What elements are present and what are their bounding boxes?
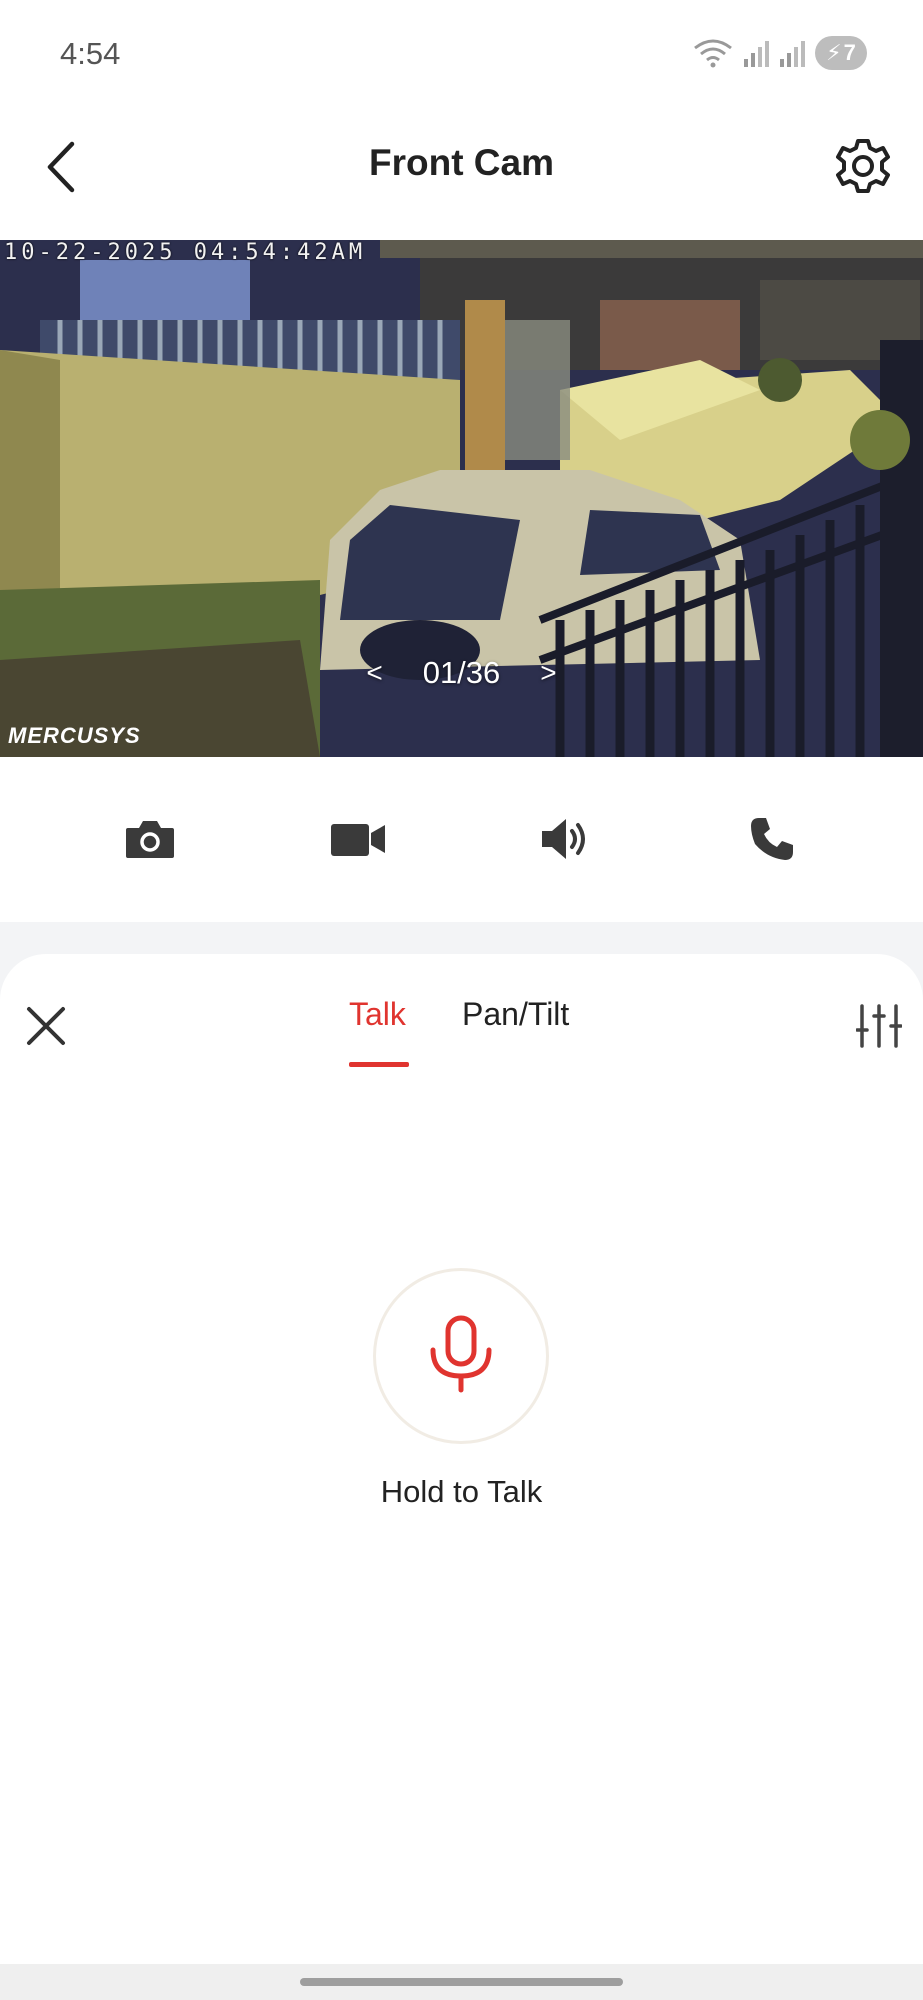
status-icons: ⚡ 7 bbox=[693, 36, 867, 70]
speaker-button[interactable] bbox=[525, 809, 605, 873]
microphone-icon bbox=[425, 1314, 497, 1399]
brand-watermark: MERCUSYS bbox=[8, 723, 141, 748]
speaker-icon bbox=[538, 815, 592, 868]
status-bar: 4:54 ⚡ 7 bbox=[0, 0, 923, 110]
wifi-icon bbox=[693, 38, 733, 68]
gear-icon bbox=[834, 137, 892, 200]
camera-icon bbox=[124, 818, 176, 865]
signal-icon-2 bbox=[779, 39, 805, 67]
settings-button[interactable] bbox=[825, 130, 901, 206]
next-clip-button[interactable]: > bbox=[500, 657, 596, 689]
camera-feed[interactable]: < 01/36 > MERCUSYS 10-22-2025 04:54:42AM bbox=[0, 240, 923, 757]
panel-tabs: Talk Pan/Tilt bbox=[0, 996, 923, 1076]
app-screen: 4:54 ⚡ 7 Front Cam < 01/36 > MERCUSYS 10… bbox=[0, 0, 923, 2000]
control-row bbox=[0, 757, 923, 922]
battery-level: 7 bbox=[843, 40, 856, 65]
hold-to-talk-button[interactable] bbox=[373, 1268, 549, 1444]
sliders-icon bbox=[855, 1003, 903, 1053]
active-tab-indicator bbox=[349, 1062, 409, 1067]
page-title: Front Cam bbox=[369, 142, 554, 183]
feed-navigation: < 01/36 > bbox=[0, 648, 923, 698]
hold-to-talk-label: Hold to Talk bbox=[380, 1474, 543, 1509]
clip-counter: 01/36 bbox=[422, 655, 501, 690]
adjust-settings-button[interactable] bbox=[851, 1000, 907, 1056]
bolt-icon: ⚡ bbox=[826, 40, 842, 65]
video-record-icon bbox=[329, 820, 387, 863]
snapshot-button[interactable] bbox=[110, 809, 190, 873]
tab-talk[interactable]: Talk bbox=[349, 996, 406, 1033]
battery-indicator: ⚡ 7 bbox=[815, 36, 867, 70]
record-button[interactable] bbox=[318, 809, 398, 873]
call-button[interactable] bbox=[732, 809, 812, 873]
talk-panel: Talk Pan/Tilt Hold to Talk bbox=[0, 954, 923, 1964]
header: Front Cam bbox=[0, 110, 923, 240]
status-time: 4:54 bbox=[60, 36, 121, 71]
phone-icon bbox=[749, 816, 795, 867]
signal-icon bbox=[743, 39, 769, 67]
home-indicator[interactable] bbox=[300, 1978, 623, 1986]
prev-clip-button[interactable]: < bbox=[326, 657, 422, 689]
tab-pan-tilt[interactable]: Pan/Tilt bbox=[462, 996, 569, 1033]
feed-timestamp: 10-22-2025 04:54:42AM bbox=[4, 240, 367, 265]
